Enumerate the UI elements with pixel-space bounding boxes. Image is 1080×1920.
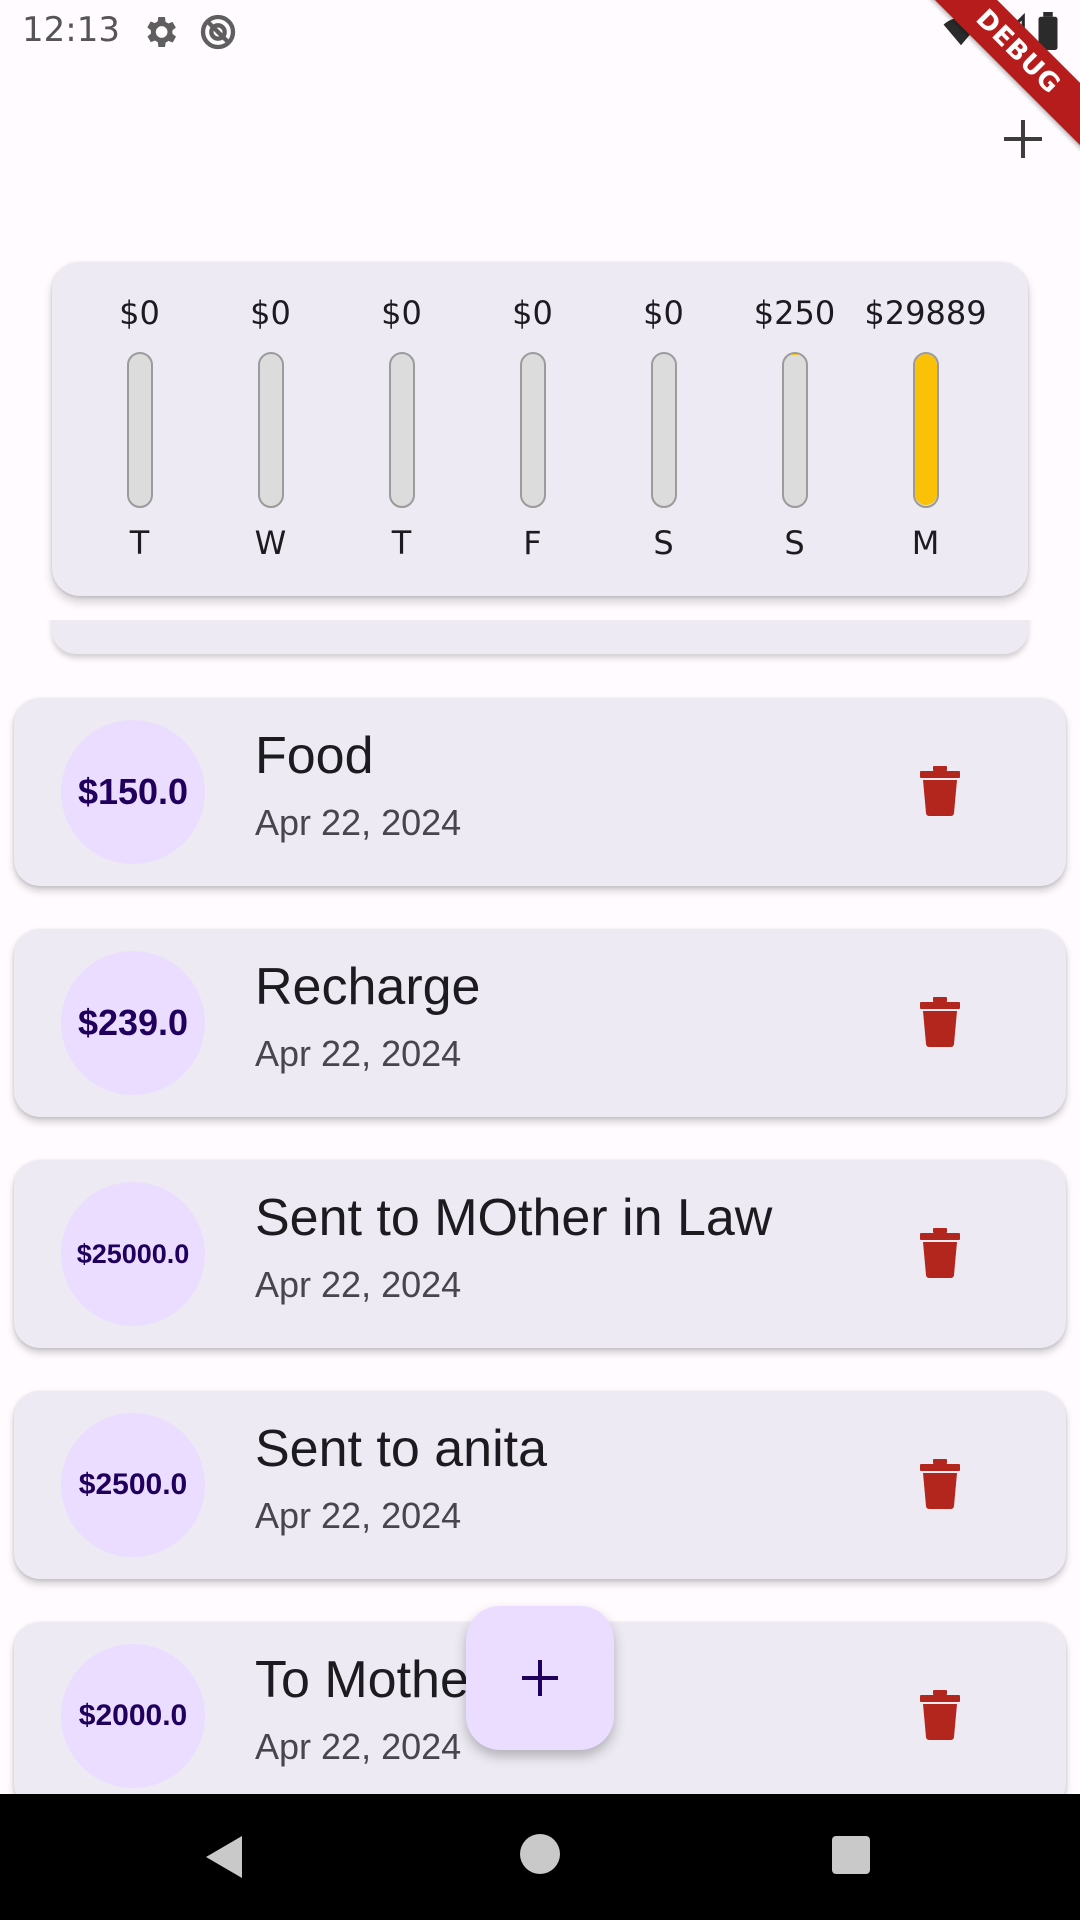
trash-icon[interactable] [920,1228,960,1278]
trash-icon[interactable] [920,1690,960,1740]
chart-bar-track [126,352,153,508]
chart-bar-day-label: S [784,524,805,562]
transaction-date: Apr 22, 2024 [255,1495,462,1536]
chart-bar-column: $0 S [598,262,729,596]
plus-icon [1004,120,1042,158]
chart-bar-column: $0 T [336,262,467,596]
plus-icon [522,1660,558,1696]
chart-bar-amount: $250 [753,294,836,332]
amount-text: $2500.0 [78,1468,188,1501]
recents-button[interactable] [832,1836,870,1874]
transaction-title: Sent to anita [255,1420,547,1478]
add-expense-button[interactable] [988,104,1058,174]
chart-bar-column: $250 S [729,262,860,596]
chart-bar-amount: $29889 [864,294,987,332]
transaction-title: Food [255,727,374,785]
chart-bar-day-label: F [523,524,542,562]
amount-text: $150.0 [77,771,189,812]
trash-icon[interactable] [920,997,960,1047]
chart-bar-track [650,352,677,508]
list-item[interactable]: $25000.0 Sent to MOther in Law Apr 22, 202… [14,1160,1066,1348]
system-nav-bar [0,1794,1080,1920]
amount-badge: $239.0 [61,951,205,1095]
chart-bar-day-label: S [653,524,674,562]
gear-icon [147,17,176,47]
add-expense-fab[interactable] [466,1606,614,1750]
chart-bar-day-label: W [254,524,287,562]
trash-icon[interactable] [920,1459,960,1509]
chart-bar-track [781,352,808,508]
sync-icon [200,14,236,50]
transaction-title: To Mother [255,1651,487,1709]
transaction-date: Apr 22, 2024 [255,1264,462,1305]
chart-bar-track [912,352,939,508]
app-bar: Personal Expenses [0,64,1080,214]
transaction-title: Recharge [255,958,481,1016]
weekly-chart: $0 T $0 W $0 T $0 F $0 S $250 S $29889 M [52,262,1028,596]
list-item[interactable]: $150.0 Food Apr 22, 2024 [14,698,1066,886]
chart-bar-track [519,352,546,508]
chart-bar-day-label: T [129,524,150,562]
chart-bar-amount: $0 [381,294,422,332]
chart-bar-fill [783,354,806,356]
transaction-title: Sent to MOther in Law [255,1189,773,1247]
list-item[interactable] [52,620,1028,654]
transaction-date: Apr 22, 2024 [255,1726,462,1767]
chart-bar-column: $0 W [205,262,336,596]
chart-bar-day-label: T [391,524,412,562]
transaction-date: Apr 22, 2024 [255,802,462,843]
list-item[interactable]: $239.0 Recharge Apr 22, 2024 [14,929,1066,1117]
amount-badge: $2500.0 [61,1413,205,1557]
chart-bar-fill [914,354,937,505]
chart-bar-amount: $0 [643,294,684,332]
page-title: Personal Expenses [40,108,569,166]
amount-badge: $150.0 [61,720,205,864]
home-button[interactable] [520,1834,560,1874]
chart-bar-column: $0 T [74,262,205,596]
chart-bar-column: $0 F [467,262,598,596]
chart-bar-day-label: M [911,524,940,562]
list-item[interactable]: $2500.0 Sent to anita Apr 22, 2024 [14,1391,1066,1579]
trash-icon[interactable] [920,766,960,816]
amount-text: $25000.0 [76,1238,190,1269]
chart-bar-amount: $0 [250,294,291,332]
amount-badge: $2000.0 [61,1644,205,1788]
amount-badge: $25000.0 [61,1182,205,1326]
chart-bar-amount: $0 [512,294,553,332]
chart-bar-track [388,352,415,508]
back-icon[interactable] [202,1834,246,1880]
status-time: 12:13 [22,10,120,50]
chart-bar-amount: $0 [119,294,160,332]
transaction-date: Apr 22, 2024 [255,1033,462,1074]
chart-bar-column: $29889 M [860,262,991,596]
status-bar: 12:13 [0,0,1080,64]
amount-text: $2000.0 [78,1699,188,1732]
amount-text: $239.0 [77,1002,189,1043]
chart-bar-track [257,352,284,508]
